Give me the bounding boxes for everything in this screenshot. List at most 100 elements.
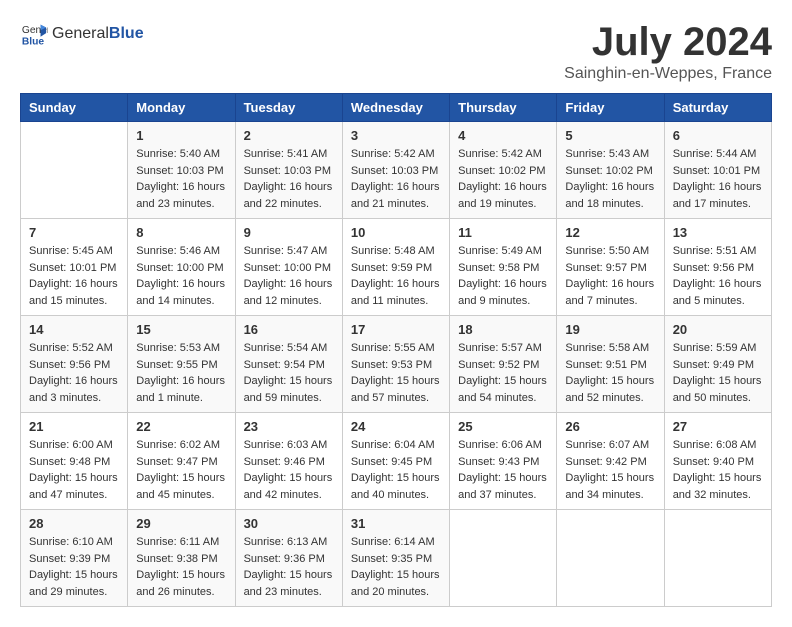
day-info: Sunrise: 5:42 AMSunset: 10:02 PMDaylight… — [458, 146, 548, 212]
day-number: 23 — [244, 419, 334, 434]
calendar-cell: 24 Sunrise: 6:04 AMSunset: 9:45 PMDayligh… — [342, 413, 449, 510]
day-info: Sunrise: 5:44 AMSunset: 10:01 PMDaylight… — [673, 146, 763, 212]
calendar-cell — [557, 510, 664, 607]
day-info: Sunrise: 6:08 AMSunset: 9:40 PMDaylight:… — [673, 437, 763, 503]
day-number: 28 — [29, 516, 119, 531]
day-number: 19 — [565, 322, 655, 337]
day-info: Sunrise: 6:04 AMSunset: 9:45 PMDaylight:… — [351, 437, 441, 503]
calendar-cell: 18Sunrise: 5:57 AMSunset: 9:52 PMDayligh… — [450, 316, 557, 413]
calendar-cell: 5 Sunrise: 5:43 AMSunset: 10:02 PMDayligh… — [557, 122, 664, 219]
weekday-header: Tuesday — [235, 94, 342, 122]
calendar-cell: 25Sunrise: 6:06 AMSunset: 9:43 PMDayligh… — [450, 413, 557, 510]
day-number: 2 — [244, 128, 334, 143]
logo-text-blue: Blue — [109, 25, 144, 42]
day-number: 26 — [565, 419, 655, 434]
calendar-cell: 13 Sunrise: 5:51 AMSunset: 9:56 PMDayligh… — [664, 219, 771, 316]
weekday-header: Saturday — [664, 94, 771, 122]
day-number: 17 — [351, 322, 441, 337]
day-number: 22 — [136, 419, 226, 434]
calendar-cell: 19 Sunrise: 5:58 AMSunset: 9:51 PMDayligh… — [557, 316, 664, 413]
day-number: 12 — [565, 225, 655, 240]
day-number: 16 — [244, 322, 334, 337]
calendar-cell: 9Sunrise: 5:47 AMSunset: 10:00 PMDayligh… — [235, 219, 342, 316]
calendar-cell: 12 Sunrise: 5:50 AMSunset: 9:57 PMDayligh… — [557, 219, 664, 316]
day-number: 21 — [29, 419, 119, 434]
day-number: 3 — [351, 128, 441, 143]
calendar-cell: 1Sunrise: 5:40 AMSunset: 10:03 PMDayligh… — [128, 122, 235, 219]
calendar-cell — [21, 122, 128, 219]
day-info: Sunrise: 6:13 AMSunset: 9:36 PMDaylight:… — [244, 534, 334, 600]
day-number: 20 — [673, 322, 763, 337]
day-info: Sunrise: 5:52 AMSunset: 9:56 PMDaylight:… — [29, 340, 119, 406]
calendar-table: SundayMondayTuesdayWednesdayThursdayFrid… — [20, 93, 772, 607]
day-info: Sunrise: 5:53 AMSunset: 9:55 PMDaylight:… — [136, 340, 226, 406]
month-title: July 2024 — [564, 20, 772, 65]
day-info: Sunrise: 5:43 AMSunset: 10:02 PMDaylight… — [565, 146, 655, 212]
calendar-cell: 31 Sunrise: 6:14 AMSunset: 9:35 PMDayligh… — [342, 510, 449, 607]
location: Sainghin-en-Weppes, France — [564, 65, 772, 83]
day-info: Sunrise: 6:00 AMSunset: 9:48 PMDaylight:… — [29, 437, 119, 503]
calendar-cell: 10 Sunrise: 5:48 AMSunset: 9:59 PMDayligh… — [342, 219, 449, 316]
calendar-cell: 2 Sunrise: 5:41 AMSunset: 10:03 PMDayligh… — [235, 122, 342, 219]
day-info: Sunrise: 5:41 AMSunset: 10:03 PMDaylight… — [244, 146, 334, 212]
day-number: 10 — [351, 225, 441, 240]
calendar-week-row: 28Sunrise: 6:10 AMSunset: 9:39 PMDayligh… — [21, 510, 772, 607]
calendar-cell: 8Sunrise: 5:46 AMSunset: 10:00 PMDayligh… — [128, 219, 235, 316]
day-number: 11 — [458, 225, 548, 240]
day-info: Sunrise: 5:46 AMSunset: 10:00 PMDaylight… — [136, 243, 226, 309]
day-number: 5 — [565, 128, 655, 143]
calendar-cell: 27Sunrise: 6:08 AMSunset: 9:40 PMDayligh… — [664, 413, 771, 510]
day-number: 15 — [136, 322, 226, 337]
day-info: Sunrise: 5:45 AMSunset: 10:01 PMDaylight… — [29, 243, 119, 309]
day-number: 13 — [673, 225, 763, 240]
day-info: Sunrise: 5:55 AMSunset: 9:53 PMDaylight:… — [351, 340, 441, 406]
day-number: 4 — [458, 128, 548, 143]
calendar-cell: 3 Sunrise: 5:42 AMSunset: 10:03 PMDayligh… — [342, 122, 449, 219]
calendar-cell: 16 Sunrise: 5:54 AMSunset: 9:54 PMDayligh… — [235, 316, 342, 413]
day-number: 31 — [351, 516, 441, 531]
day-info: Sunrise: 5:49 AMSunset: 9:58 PMDaylight:… — [458, 243, 548, 309]
weekday-header: Sunday — [21, 94, 128, 122]
calendar-cell: 20Sunrise: 5:59 AMSunset: 9:49 PMDayligh… — [664, 316, 771, 413]
day-info: Sunrise: 6:14 AMSunset: 9:35 PMDaylight:… — [351, 534, 441, 600]
calendar-cell: 6Sunrise: 5:44 AMSunset: 10:01 PMDayligh… — [664, 122, 771, 219]
calendar-week-row: 21 Sunrise: 6:00 AMSunset: 9:48 PMDayligh… — [21, 413, 772, 510]
svg-text:Blue: Blue — [22, 36, 45, 47]
day-number: 29 — [136, 516, 226, 531]
calendar-cell: 23 Sunrise: 6:03 AMSunset: 9:46 PMDayligh… — [235, 413, 342, 510]
day-info: Sunrise: 5:42 AMSunset: 10:03 PMDaylight… — [351, 146, 441, 212]
day-number: 9 — [244, 225, 334, 240]
calendar-cell: 15 Sunrise: 5:53 AMSunset: 9:55 PMDayligh… — [128, 316, 235, 413]
day-info: Sunrise: 5:58 AMSunset: 9:51 PMDaylight:… — [565, 340, 655, 406]
calendar-cell — [664, 510, 771, 607]
day-info: Sunrise: 6:11 AMSunset: 9:38 PMDaylight:… — [136, 534, 226, 600]
calendar-cell: 14Sunrise: 5:52 AMSunset: 9:56 PMDayligh… — [21, 316, 128, 413]
calendar-header-row: SundayMondayTuesdayWednesdayThursdayFrid… — [21, 94, 772, 122]
day-info: Sunrise: 5:50 AMSunset: 9:57 PMDaylight:… — [565, 243, 655, 309]
calendar-week-row: 14Sunrise: 5:52 AMSunset: 9:56 PMDayligh… — [21, 316, 772, 413]
logo-text-general: General — [52, 25, 109, 42]
page-header: General Blue GeneralBlue July 2024 Saing… — [20, 20, 772, 83]
weekday-header: Friday — [557, 94, 664, 122]
day-number: 30 — [244, 516, 334, 531]
day-number: 7 — [29, 225, 119, 240]
calendar-cell — [450, 510, 557, 607]
day-info: Sunrise: 5:51 AMSunset: 9:56 PMDaylight:… — [673, 243, 763, 309]
calendar-cell: 22Sunrise: 6:02 AMSunset: 9:47 PMDayligh… — [128, 413, 235, 510]
weekday-header: Thursday — [450, 94, 557, 122]
day-number: 24 — [351, 419, 441, 434]
calendar-cell: 4 Sunrise: 5:42 AMSunset: 10:02 PMDayligh… — [450, 122, 557, 219]
day-info: Sunrise: 5:57 AMSunset: 9:52 PMDaylight:… — [458, 340, 548, 406]
logo: General Blue GeneralBlue — [20, 20, 144, 48]
day-info: Sunrise: 5:40 AMSunset: 10:03 PMDaylight… — [136, 146, 226, 212]
day-info: Sunrise: 5:48 AMSunset: 9:59 PMDaylight:… — [351, 243, 441, 309]
calendar-cell: 26 Sunrise: 6:07 AMSunset: 9:42 PMDayligh… — [557, 413, 664, 510]
calendar-cell: 21 Sunrise: 6:00 AMSunset: 9:48 PMDayligh… — [21, 413, 128, 510]
weekday-header: Wednesday — [342, 94, 449, 122]
day-info: Sunrise: 5:54 AMSunset: 9:54 PMDaylight:… — [244, 340, 334, 406]
day-info: Sunrise: 6:07 AMSunset: 9:42 PMDaylight:… — [565, 437, 655, 503]
calendar-cell: 11 Sunrise: 5:49 AMSunset: 9:58 PMDayligh… — [450, 219, 557, 316]
day-number: 25 — [458, 419, 548, 434]
calendar-cell: 17 Sunrise: 5:55 AMSunset: 9:53 PMDayligh… — [342, 316, 449, 413]
day-info: Sunrise: 6:03 AMSunset: 9:46 PMDaylight:… — [244, 437, 334, 503]
